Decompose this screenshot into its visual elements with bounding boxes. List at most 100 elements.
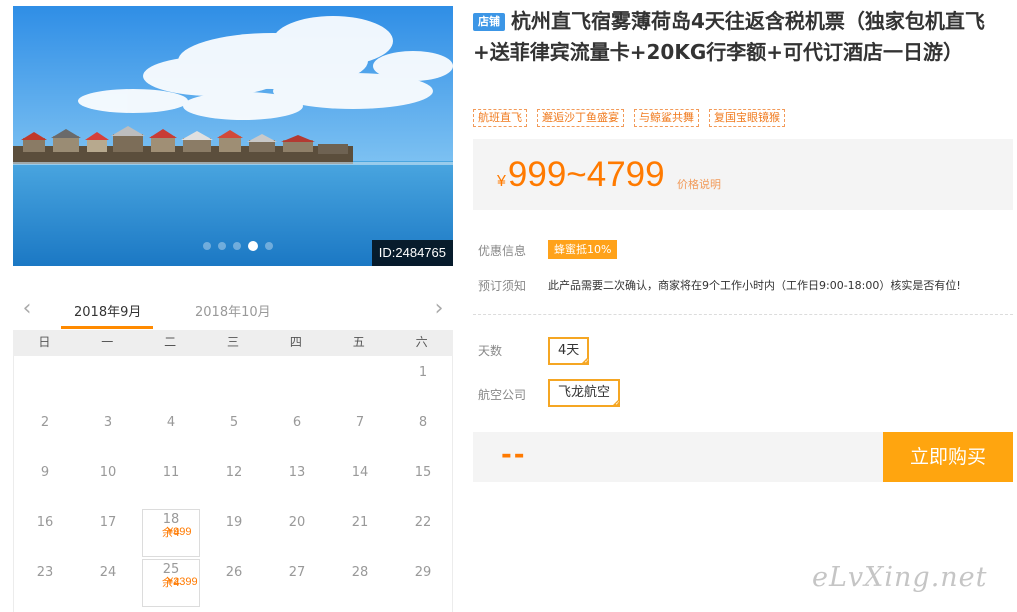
notice-text: 此产品需要二次确认，商家将在9个工作小时内（工作日9:00-18:00）核实是否… xyxy=(548,279,961,292)
day-number: 19 xyxy=(225,515,243,530)
feature-tag: 航班直飞 xyxy=(473,109,527,127)
month-tab[interactable]: 2018年10月 xyxy=(195,301,271,320)
day-number: 9 xyxy=(40,465,50,480)
airline-option[interactable]: 飞龙航空 xyxy=(548,379,621,408)
product-title: 店铺 杭州直飞宿雾薄荷岛4天往返含税机票（独家包机直飞+送菲律宾流量卡+20KG行… xyxy=(473,6,1008,68)
day-number: 27 xyxy=(288,565,306,580)
buy-now-button[interactable]: 立即购买 xyxy=(883,432,1013,482)
carousel-dot-active[interactable] xyxy=(248,241,258,251)
total-price-bar: -- xyxy=(473,432,883,482)
shop-badge[interactable]: 店铺 xyxy=(473,13,505,31)
day-number: 24 xyxy=(99,565,117,580)
selected-check-icon xyxy=(611,398,621,408)
calendar-day-bookable[interactable]: 18 ¥999 余4 xyxy=(142,509,200,557)
days-label: 天数 xyxy=(478,344,503,358)
day-number: 3 xyxy=(103,415,113,430)
product-id-label: ID:2484765 xyxy=(371,240,453,266)
calendar-day: 16 xyxy=(16,509,74,557)
calendar-day: 27 xyxy=(268,559,326,607)
weekday-label: 二 xyxy=(164,335,177,349)
days-value: 4天 xyxy=(558,343,580,358)
day-price: ¥999 xyxy=(167,526,192,538)
weekday-label: 三 xyxy=(226,335,239,349)
day-number: 7 xyxy=(355,415,365,430)
product-title-text: 杭州直飞宿雾薄荷岛4天往返含税机票（独家包机直飞+送菲律宾流量卡+20KG行李额… xyxy=(473,9,985,64)
day-number: 16 xyxy=(36,515,54,530)
day-number: 20 xyxy=(288,515,306,530)
discount-row: 优惠信息 xyxy=(478,242,548,259)
divider xyxy=(473,314,1013,315)
calendar-day: 20 xyxy=(268,509,326,557)
notice-row: 预订须知 xyxy=(478,277,548,294)
weekday-label: 日 xyxy=(38,335,51,349)
day-number: 17 xyxy=(99,515,117,530)
selected-check-icon xyxy=(580,356,590,366)
feature-tag: 复国宝眼镜猴 xyxy=(709,109,785,127)
chevron-left-icon[interactable]: ‹ xyxy=(17,298,37,320)
price-note-link[interactable]: 价格说明 xyxy=(677,176,721,192)
day-number: 26 xyxy=(225,565,243,580)
active-month-indicator xyxy=(61,326,153,329)
island-photo xyxy=(13,6,453,266)
carousel-dots xyxy=(203,241,273,251)
day-number: 14 xyxy=(351,465,369,480)
feature-tag: 与鲸鲨共舞 xyxy=(634,109,699,127)
day-number: 12 xyxy=(225,465,243,480)
calendar-day: 28 xyxy=(331,559,389,607)
calendar-day: 14 xyxy=(331,459,389,507)
day-number: 10 xyxy=(99,465,117,480)
airline-label: 航空公司 xyxy=(478,388,527,402)
total-price: -- xyxy=(501,440,527,470)
price-panel: ¥999~4799 价格说明 xyxy=(473,139,1013,210)
calendar-day: 5 xyxy=(205,409,263,457)
calendar-day: 8 xyxy=(394,409,452,457)
price-range: ¥999~4799 xyxy=(497,155,665,195)
day-number: 2 xyxy=(40,415,50,430)
calendar-day: 19 xyxy=(205,509,263,557)
weekday-label: 四 xyxy=(289,335,302,349)
product-title-block: 店铺 杭州直飞宿雾薄荷岛4天往返含税机票（独家包机直飞+送菲律宾流量卡+20KG行… xyxy=(473,6,1008,68)
calendar-day: 26 xyxy=(205,559,263,607)
carousel-dot[interactable] xyxy=(233,242,241,250)
feature-tags: 航班直飞 邂逅沙丁鱼盛宴 与鲸鲨共舞 复国宝眼镜猴 xyxy=(473,109,785,127)
month-tab-active[interactable]: 2018年9月 xyxy=(74,301,141,320)
calendar-day: 10 xyxy=(79,459,137,507)
carousel-dot[interactable] xyxy=(203,242,211,250)
weekday-label: 五 xyxy=(352,335,365,349)
calendar-weekdays: 日 一 二 三 四 五 六 xyxy=(13,330,453,356)
day-number: 21 xyxy=(351,515,369,530)
calendar-day: 11 xyxy=(142,459,200,507)
calendar-day-bookable[interactable]: 25 ¥2399 余4 xyxy=(142,559,200,607)
calendar-day: 29 xyxy=(394,559,452,607)
discount-label: 优惠信息 xyxy=(478,244,527,258)
day-price: ¥2399 xyxy=(167,576,198,588)
calendar-day: 6 xyxy=(268,409,326,457)
feature-tag: 邂逅沙丁鱼盛宴 xyxy=(537,109,624,127)
day-number: 8 xyxy=(418,415,428,430)
calendar-day: 7 xyxy=(331,409,389,457)
weekday-label: 一 xyxy=(101,335,114,349)
day-number: 25 xyxy=(162,562,180,577)
calendar-day: 4 xyxy=(142,409,200,457)
day-number: 4 xyxy=(166,415,176,430)
calendar-day: 13 xyxy=(268,459,326,507)
discount-badge: 蜂蜜抵10% xyxy=(548,240,618,259)
day-number: 15 xyxy=(414,465,432,480)
calendar-day: 21 xyxy=(331,509,389,557)
calendar-day: 9 xyxy=(16,459,74,507)
calendar-day: 2 xyxy=(16,409,74,457)
days-option[interactable]: 4天 xyxy=(548,337,590,366)
carousel-dot[interactable] xyxy=(265,242,273,250)
calendar-day: 23 xyxy=(16,559,74,607)
chevron-right-icon[interactable]: › xyxy=(429,298,449,320)
price-amount: 999~4799 xyxy=(507,155,665,194)
calendar-day: 22 xyxy=(394,509,452,557)
calendar-day: 1 xyxy=(394,359,452,407)
product-image[interactable]: ID:2484765 xyxy=(13,6,453,266)
carousel-dot[interactable] xyxy=(218,242,226,250)
currency-symbol: ¥ xyxy=(497,173,506,190)
day-number: 6 xyxy=(292,415,302,430)
day-number: 28 xyxy=(351,565,369,580)
calendar-grid: 1 2 3 4 5 6 7 8 9 10 11 12 13 14 15 16 17 18 ¥999 余4 19 20 21 2… xyxy=(13,356,453,612)
notice-label: 预订须知 xyxy=(478,279,527,293)
